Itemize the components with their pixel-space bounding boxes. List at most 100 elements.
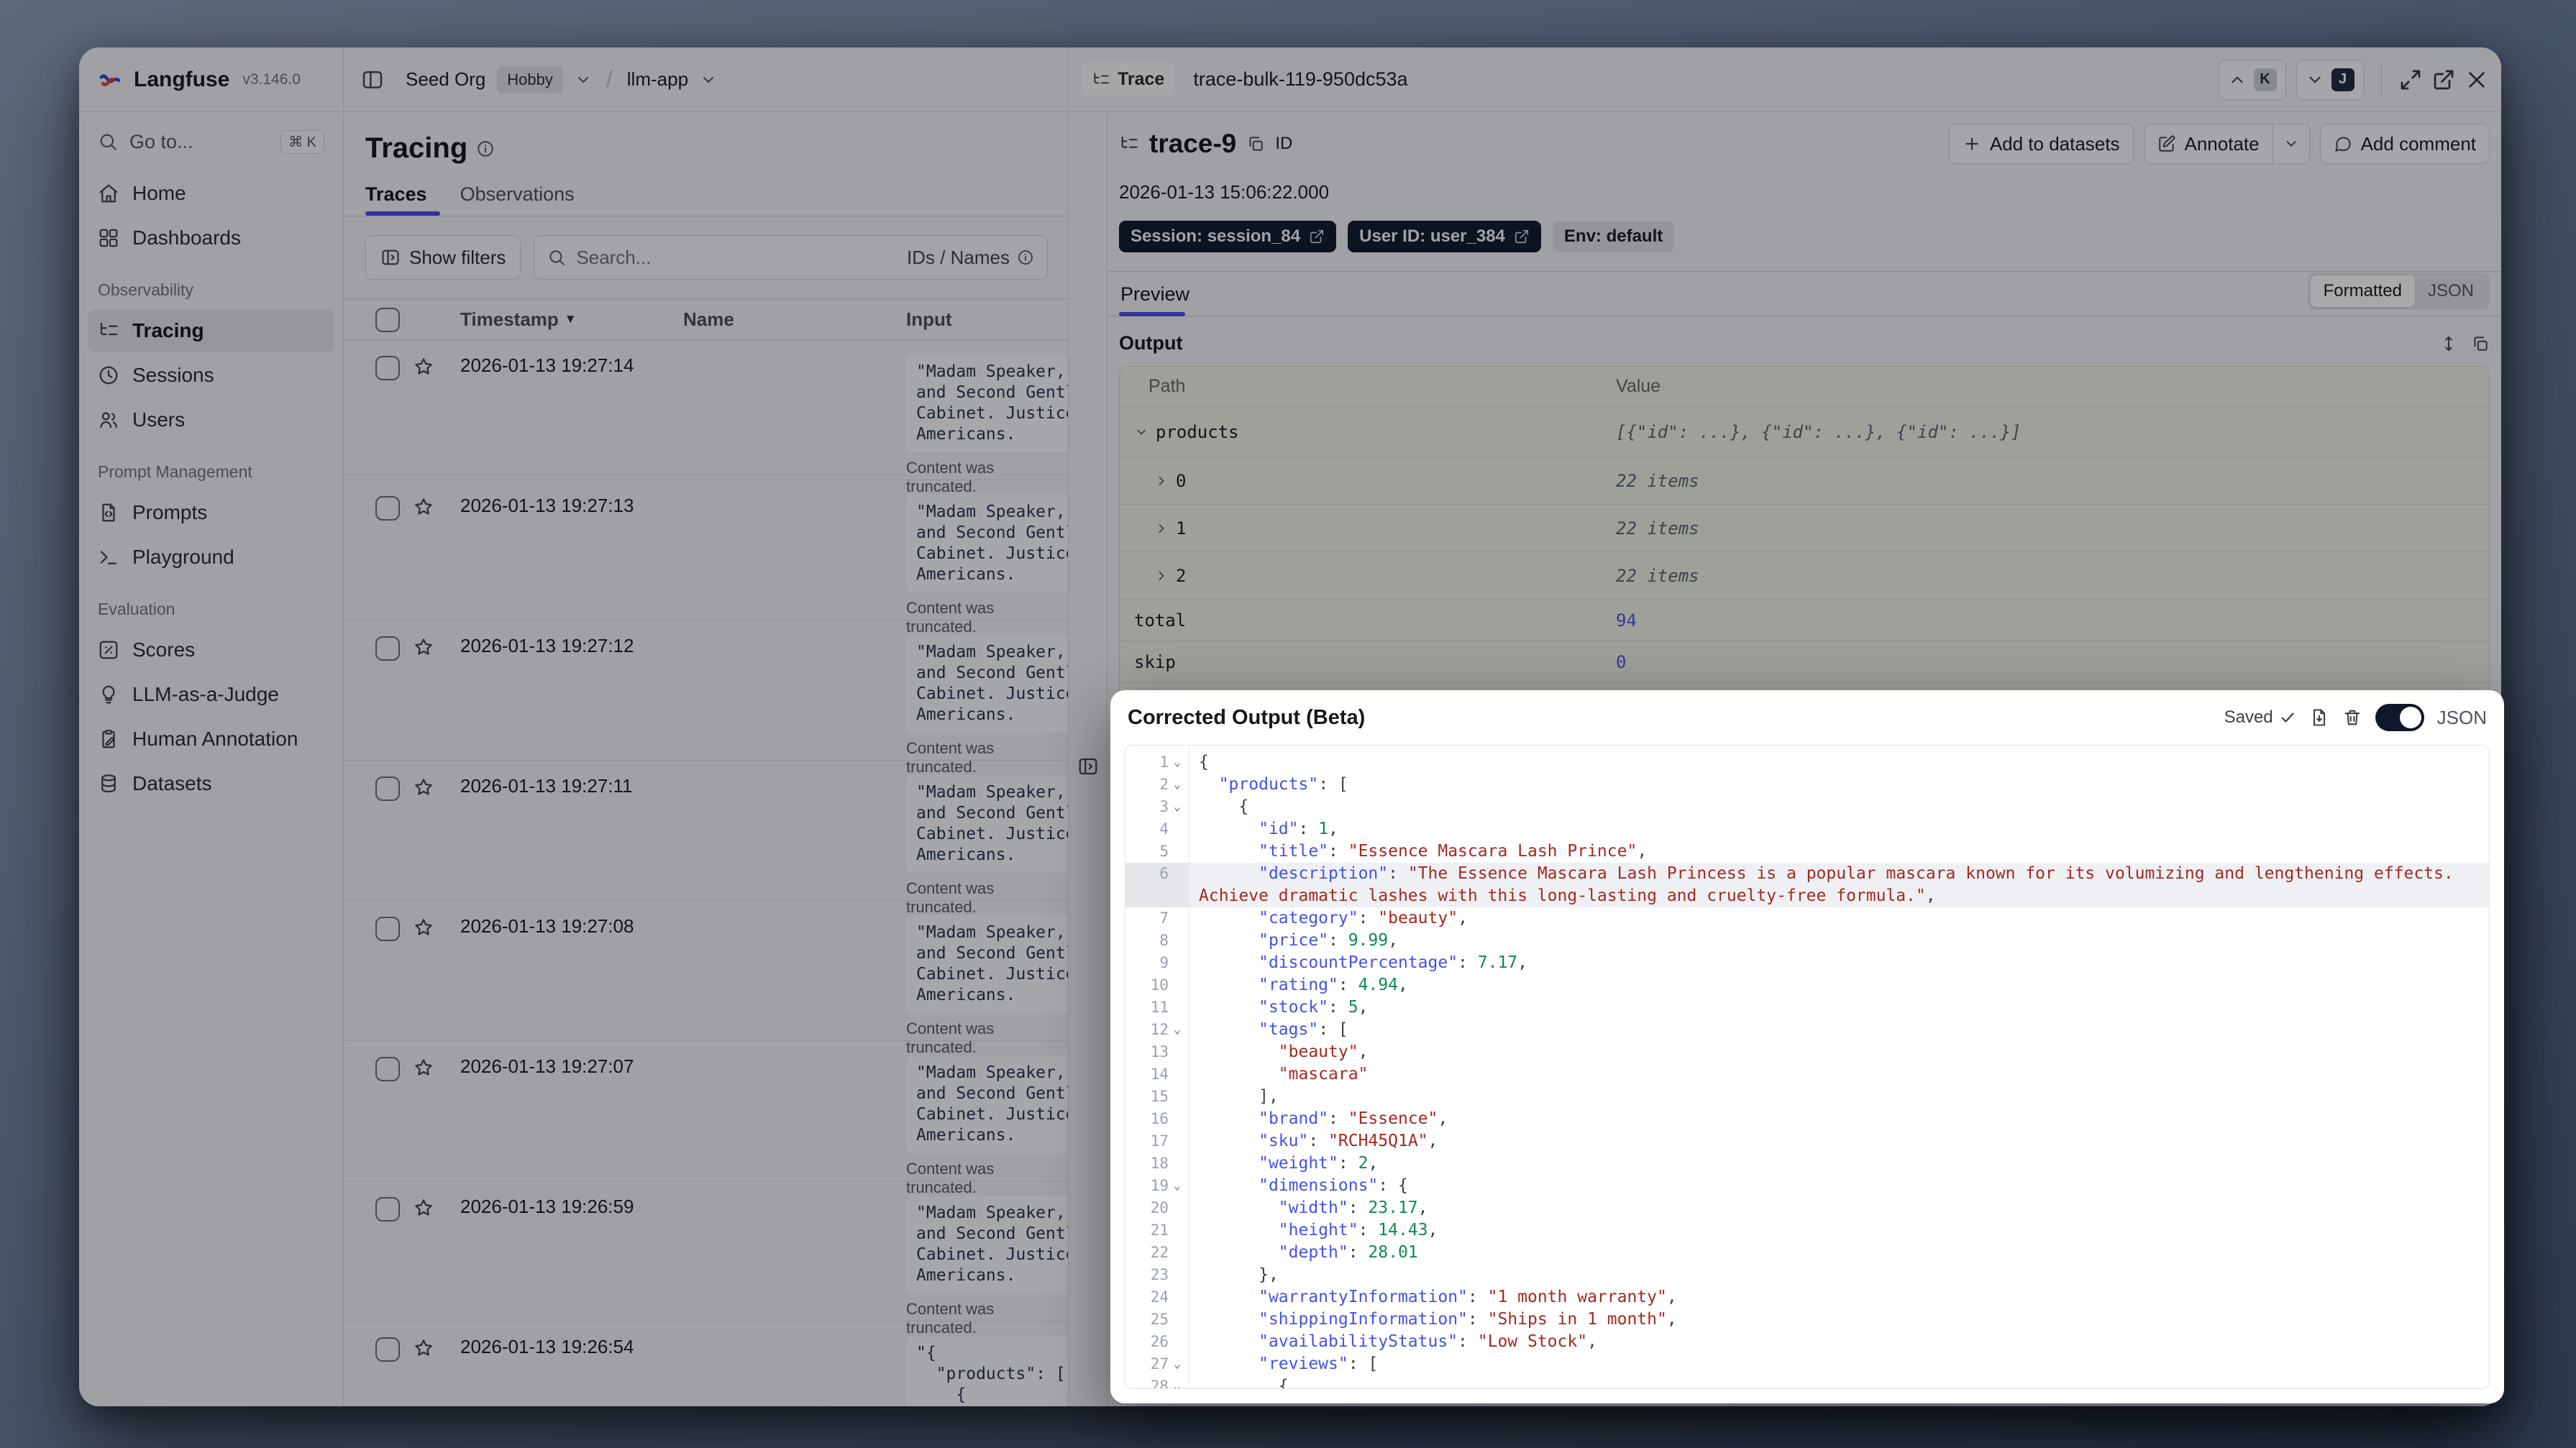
copy-icon[interactable]	[2471, 334, 2490, 353]
editor-line-20[interactable]: 20 "width": 23.17,	[1125, 1197, 2489, 1219]
table-row[interactable]: 2026-01-13 19:27:08 "Madam Speaker, M and…	[344, 901, 1068, 1056]
editor-line-11[interactable]: 11 "stock": 5,	[1125, 996, 2489, 1019]
format-formatted[interactable]: Formatted	[2310, 275, 2415, 307]
json-toggle[interactable]	[2375, 704, 2424, 731]
fold-chevron-icon[interactable]: ⌄	[1170, 751, 1184, 774]
output-row-1[interactable]: 1 22 items	[1120, 505, 2489, 552]
select-all-checkbox[interactable]	[375, 308, 400, 332]
chevron-down-icon[interactable]	[700, 71, 717, 88]
table-row[interactable]: 2026-01-13 19:27:11 "Madam Speaker, M and…	[344, 761, 1068, 916]
fold-chevron-icon[interactable]: ⌄	[1170, 1019, 1184, 1041]
trash-icon[interactable]	[2342, 707, 2362, 728]
tab-observations[interactable]: Observations	[460, 183, 575, 216]
editor-line-27[interactable]: 27 ⌄ "reviews": [	[1125, 1353, 2489, 1375]
prev-trace-button[interactable]: K	[2218, 59, 2286, 100]
close-icon[interactable]	[2465, 68, 2488, 91]
sidebar-item-prompts[interactable]: Prompts	[88, 492, 334, 533]
chevron-right-icon[interactable]	[1154, 569, 1169, 583]
row-checkbox[interactable]	[375, 496, 400, 521]
chevron-right-icon[interactable]	[1154, 474, 1169, 488]
row-checkbox[interactable]	[375, 1197, 400, 1222]
column-input[interactable]: Input	[906, 308, 1068, 331]
panel-left-icon[interactable]	[361, 68, 384, 91]
annotate-button[interactable]: Annotate	[2143, 124, 2273, 164]
column-name[interactable]: Name	[683, 308, 906, 331]
editor-line-23[interactable]: 23 },	[1125, 1264, 2489, 1286]
show-filters-button[interactable]: Show filters	[365, 235, 521, 280]
table-row[interactable]: 2026-01-13 19:27:14 "Madam Speaker, M and…	[344, 340, 1068, 495]
favorite-star-icon[interactable]	[400, 1196, 447, 1219]
fold-chevron-icon[interactable]: ⌄	[1170, 796, 1184, 818]
expand-fullscreen-icon[interactable]	[2399, 68, 2422, 91]
sidebar-item-datasets[interactable]: Datasets	[88, 763, 334, 805]
row-checkbox[interactable]	[375, 1337, 400, 1362]
sidebar-item-llm-as-a-judge[interactable]: LLM-as-a-Judge	[88, 674, 334, 715]
editor-line-12[interactable]: 12 ⌄ "tags": [	[1125, 1019, 2489, 1041]
sidebar-item-sessions[interactable]: Sessions	[88, 354, 334, 396]
table-row[interactable]: 2026-01-13 19:27:07 "Madam Speaker, M and…	[344, 1041, 1068, 1196]
row-checkbox[interactable]	[375, 356, 400, 380]
fold-chevron-icon[interactable]: ⌄	[1170, 1375, 1184, 1388]
editor-line-13[interactable]: 13 "beauty",	[1125, 1041, 2489, 1063]
table-row[interactable]: 2026-01-13 19:27:12 "Madam Speaker, M and…	[344, 620, 1068, 776]
editor-line-1[interactable]: 1 ⌄ {	[1125, 751, 2489, 774]
project-name[interactable]: llm-app	[627, 68, 688, 91]
editor-line-16[interactable]: 16 "brand": "Essence",	[1125, 1108, 2489, 1130]
editor-line-4[interactable]: 4 "id": 1,	[1125, 818, 2489, 840]
json-editor[interactable]: 1 ⌄{2 ⌄ "products": [3 ⌄ {4 "id": 1, 5 "titl…	[1125, 745, 2490, 1389]
output-row-0[interactable]: 0 22 items	[1120, 457, 2489, 505]
table-row[interactable]: 2026-01-13 19:26:59 "Madam Speaker, M and…	[344, 1181, 1068, 1337]
sidebar-item-tracing[interactable]: Tracing	[88, 310, 334, 352]
goto-command-palette[interactable]: Go to... ⌘ K	[88, 121, 334, 162]
annotate-dropdown-button[interactable]	[2273, 124, 2310, 164]
editor-line-2[interactable]: 2 ⌄ "products": [	[1125, 774, 2489, 796]
editor-line-6[interactable]: 6 "description": "The Essence Mascara La…	[1125, 863, 2489, 907]
editor-line-17[interactable]: 17 "sku": "RCH45Q1A",	[1125, 1130, 2489, 1153]
editor-line-8[interactable]: 8 "price": 9.99,	[1125, 930, 2489, 952]
sidebar-item-scores[interactable]: Scores	[88, 629, 334, 671]
add-to-datasets-button[interactable]: Add to datasets	[1948, 124, 2134, 164]
fold-chevron-icon[interactable]: ⌄	[1170, 774, 1184, 796]
copy-icon[interactable]	[1246, 134, 1265, 153]
editor-line-24[interactable]: 24 "warrantyInformation": "1 month warra…	[1125, 1286, 2489, 1309]
editor-line-19[interactable]: 19 ⌄ "dimensions": {	[1125, 1175, 2489, 1197]
trace-badge[interactable]: Session: session_84	[1119, 221, 1337, 252]
save-file-icon[interactable]	[2309, 707, 2329, 728]
editor-line-14[interactable]: 14 "mascara"	[1125, 1063, 2489, 1086]
output-row-skip[interactable]: skip 0	[1120, 641, 2489, 683]
editor-line-18[interactable]: 18 "weight": 2,	[1125, 1153, 2489, 1175]
editor-line-15[interactable]: 15 ],	[1125, 1086, 2489, 1108]
editor-line-10[interactable]: 10 "rating": 4.94,	[1125, 974, 2489, 996]
favorite-star-icon[interactable]	[400, 1055, 447, 1078]
sidebar-item-home[interactable]: Home	[88, 173, 334, 214]
row-checkbox[interactable]	[375, 1057, 400, 1081]
row-checkbox[interactable]	[375, 917, 400, 941]
id-label[interactable]: ID	[1275, 134, 1292, 154]
editor-line-25[interactable]: 25 "shippingInformation": "Ships in 1 mo…	[1125, 1309, 2489, 1331]
editor-line-5[interactable]: 5 "title": "Essence Mascara Lash Prince"…	[1125, 840, 2489, 863]
fold-chevron-icon[interactable]: ⌄	[1170, 1353, 1184, 1375]
panel-expand-icon[interactable]	[1077, 127, 1099, 1406]
editor-line-9[interactable]: 9 "discountPercentage": 7.17,	[1125, 952, 2489, 974]
table-row[interactable]: 2026-01-13 19:27:13 "Madam Speaker, M and…	[344, 480, 1068, 636]
sidebar-item-dashboards[interactable]: Dashboards	[88, 217, 334, 259]
row-checkbox[interactable]	[375, 636, 400, 661]
editor-line-22[interactable]: 22 "depth": 28.01	[1125, 1242, 2489, 1264]
chevron-down-icon[interactable]	[575, 71, 592, 88]
trace-badge[interactable]: User ID: user_384	[1348, 221, 1541, 252]
format-json[interactable]: JSON	[2415, 275, 2487, 307]
editor-line-26[interactable]: 26 "availabilityStatus": "Low Stock",	[1125, 1331, 2489, 1353]
favorite-star-icon[interactable]	[400, 635, 447, 658]
editor-line-21[interactable]: 21 "height": 14.43,	[1125, 1219, 2489, 1242]
favorite-star-icon[interactable]	[400, 1336, 447, 1359]
favorite-star-icon[interactable]	[400, 915, 447, 938]
output-row-products[interactable]: products [{"id": ...}, {"id": ...}, {"id"…	[1120, 407, 2489, 457]
output-row-total[interactable]: total 94	[1120, 600, 2489, 641]
next-trace-button[interactable]: J	[2296, 59, 2364, 100]
chevron-down-icon[interactable]	[1134, 425, 1148, 439]
open-external-icon[interactable]	[2432, 68, 2455, 91]
favorite-star-icon[interactable]	[400, 775, 447, 798]
fold-chevron-icon[interactable]: ⌄	[1170, 1175, 1184, 1197]
expand-vertical-icon[interactable]	[2439, 334, 2458, 353]
editor-line-28[interactable]: 28 ⌄ {	[1125, 1375, 2489, 1388]
